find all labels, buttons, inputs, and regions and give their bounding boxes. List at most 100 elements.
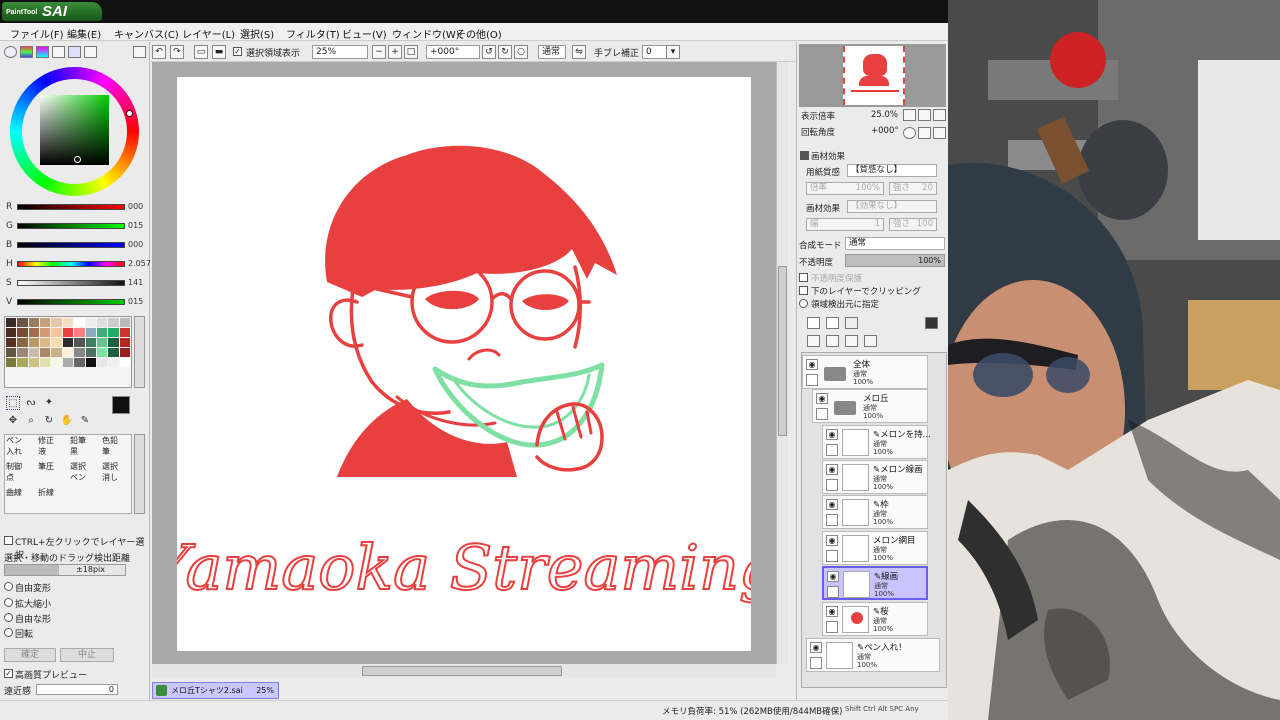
- perspective-field[interactable]: 0: [36, 684, 118, 695]
- color-swatch[interactable]: [51, 358, 62, 367]
- swatch-scrollbar[interactable]: [134, 316, 145, 388]
- clip-below-checkbox[interactable]: [799, 286, 808, 295]
- radio-free-transform[interactable]: [4, 582, 13, 591]
- paper-texture-dropdown[interactable]: 【質感なし】: [847, 164, 937, 177]
- nav-rotate-left-icon[interactable]: [903, 127, 916, 139]
- material-section-toggle[interactable]: [800, 151, 809, 160]
- rotate-right-icon[interactable]: ↻: [498, 45, 512, 59]
- hue-ring-handle[interactable]: [126, 110, 133, 117]
- material-effect-dropdown[interactable]: 【効果なし】: [847, 200, 937, 213]
- color-swatch-grid[interactable]: [4, 316, 132, 388]
- color-swatch[interactable]: [17, 328, 28, 337]
- color-swatch[interactable]: [6, 338, 17, 347]
- color-swatch[interactable]: [51, 318, 62, 327]
- color-swatch[interactable]: [62, 358, 74, 367]
- b-slider[interactable]: [17, 242, 125, 248]
- eyedropper-icon[interactable]: ✎: [78, 414, 92, 428]
- menu-view[interactable]: ビュー(V): [342, 26, 387, 41]
- color-swatch[interactable]: [108, 358, 119, 367]
- layer-mask-icon[interactable]: [925, 317, 938, 329]
- color-swatch[interactable]: [28, 318, 40, 327]
- canvas-viewport[interactable]: Yamaoka Streaming: [148, 62, 780, 664]
- menu-filter[interactable]: フィルタ(T): [286, 26, 340, 41]
- color-swatch[interactable]: [96, 358, 108, 367]
- visibility-eye-icon[interactable]: ◉: [827, 571, 839, 582]
- color-swatch[interactable]: [17, 338, 28, 347]
- hsv-slider-mode-icon[interactable]: [36, 46, 49, 58]
- layer-row[interactable]: ◉ ✎桜 通常 100%: [822, 602, 928, 636]
- nav-zoom-reset-icon[interactable]: [933, 109, 946, 121]
- rotate-reset-icon[interactable]: ○: [514, 45, 528, 59]
- brush-pencil-black[interactable]: 鉛筆黒: [70, 435, 92, 457]
- layer-lock-checkbox[interactable]: [816, 408, 828, 420]
- brush-pen[interactable]: ペン入れ: [6, 435, 28, 457]
- hscroll-thumb[interactable]: [362, 666, 562, 676]
- layer-blend-dropdown[interactable]: 通常: [845, 237, 945, 250]
- color-swatch[interactable]: [108, 318, 119, 327]
- canvas-horizontal-scrollbar[interactable]: [152, 664, 776, 678]
- visibility-eye-icon[interactable]: ◉: [810, 642, 822, 653]
- brush-scrollbar[interactable]: [134, 434, 145, 514]
- opacity-slider[interactable]: 100%: [845, 254, 945, 267]
- color-swatch[interactable]: [40, 328, 51, 337]
- document-tab[interactable]: メロ丘Tシャツ2.sai 25%: [152, 682, 279, 699]
- confirm-button[interactable]: 確定: [4, 648, 56, 662]
- panel-collapse-icon[interactable]: [133, 46, 146, 58]
- invert-selection-icon[interactable]: ▬: [212, 45, 226, 59]
- color-wheel-mode-icon[interactable]: [4, 46, 17, 58]
- color-swatch[interactable]: [6, 358, 17, 367]
- color-swatch[interactable]: [28, 348, 40, 357]
- visibility-eye-icon[interactable]: ◉: [826, 606, 838, 617]
- visibility-eye-icon[interactable]: ◉: [806, 359, 818, 370]
- radio-scale[interactable]: [4, 598, 13, 607]
- rotation-field[interactable]: +000°: [426, 45, 480, 59]
- menu-layer[interactable]: レイヤー(L): [182, 26, 235, 41]
- swatch-mode-icon[interactable]: [68, 46, 81, 58]
- color-swatch[interactable]: [85, 348, 96, 357]
- color-swatch[interactable]: [40, 318, 51, 327]
- color-swatch[interactable]: [96, 318, 108, 327]
- color-swatch[interactable]: [74, 338, 85, 347]
- color-swatch[interactable]: [85, 338, 96, 347]
- layer-lock-checkbox[interactable]: [826, 550, 838, 562]
- cancel-button[interactable]: 中止: [60, 648, 114, 662]
- rect-select-icon[interactable]: ⬚: [6, 396, 20, 410]
- zoom-in-icon[interactable]: +: [388, 45, 402, 59]
- color-swatch[interactable]: [51, 328, 62, 337]
- color-swatch[interactable]: [85, 328, 96, 337]
- brush-polyline[interactable]: 折線: [38, 487, 60, 498]
- navigator-thumbnail[interactable]: [799, 44, 946, 107]
- hand-icon[interactable]: ✋: [60, 414, 74, 428]
- nav-zoom-in-icon[interactable]: [918, 109, 931, 121]
- layer-row[interactable]: ◉ メロン網目 通常 100%: [822, 531, 928, 565]
- hq-preview-checkbox[interactable]: ✓: [4, 669, 13, 678]
- color-swatch[interactable]: [119, 358, 130, 367]
- color-swatch[interactable]: [108, 348, 119, 357]
- layer-row[interactable]: ◉ ✎枠 通常 100%: [822, 495, 928, 529]
- color-swatch[interactable]: [119, 338, 130, 347]
- g-slider[interactable]: [17, 223, 125, 229]
- magic-wand-icon[interactable]: ✦: [42, 396, 56, 410]
- new-folder-icon[interactable]: [845, 317, 858, 329]
- color-swatch[interactable]: [108, 338, 119, 347]
- color-swatch[interactable]: [74, 318, 85, 327]
- saturation-value-square[interactable]: [40, 95, 109, 165]
- menu-edit[interactable]: 編集(E): [67, 26, 101, 41]
- color-swatch[interactable]: [51, 338, 62, 347]
- color-swatch[interactable]: [6, 318, 17, 327]
- menu-canvas[interactable]: キャンバス(C): [114, 26, 179, 41]
- layer-row[interactable]: ◉ ✎メロン線画 通常 100%: [822, 460, 928, 494]
- radio-free-shape[interactable]: [4, 613, 13, 622]
- layer-lock-checkbox[interactable]: [826, 479, 838, 491]
- new-linework-layer-icon[interactable]: [826, 317, 839, 329]
- s-slider[interactable]: [17, 280, 125, 286]
- color-swatch[interactable]: [96, 348, 108, 357]
- primary-color-swatch[interactable]: [112, 396, 130, 414]
- brush-pressure[interactable]: 筆圧: [38, 461, 60, 472]
- nav-rotate-right-icon[interactable]: [918, 127, 931, 139]
- v-slider[interactable]: [17, 299, 125, 305]
- color-swatch[interactable]: [119, 328, 130, 337]
- paper-strength-field[interactable]: 強さ 20: [889, 182, 937, 195]
- color-swatch[interactable]: [119, 318, 130, 327]
- clear-layer-icon[interactable]: [845, 335, 858, 347]
